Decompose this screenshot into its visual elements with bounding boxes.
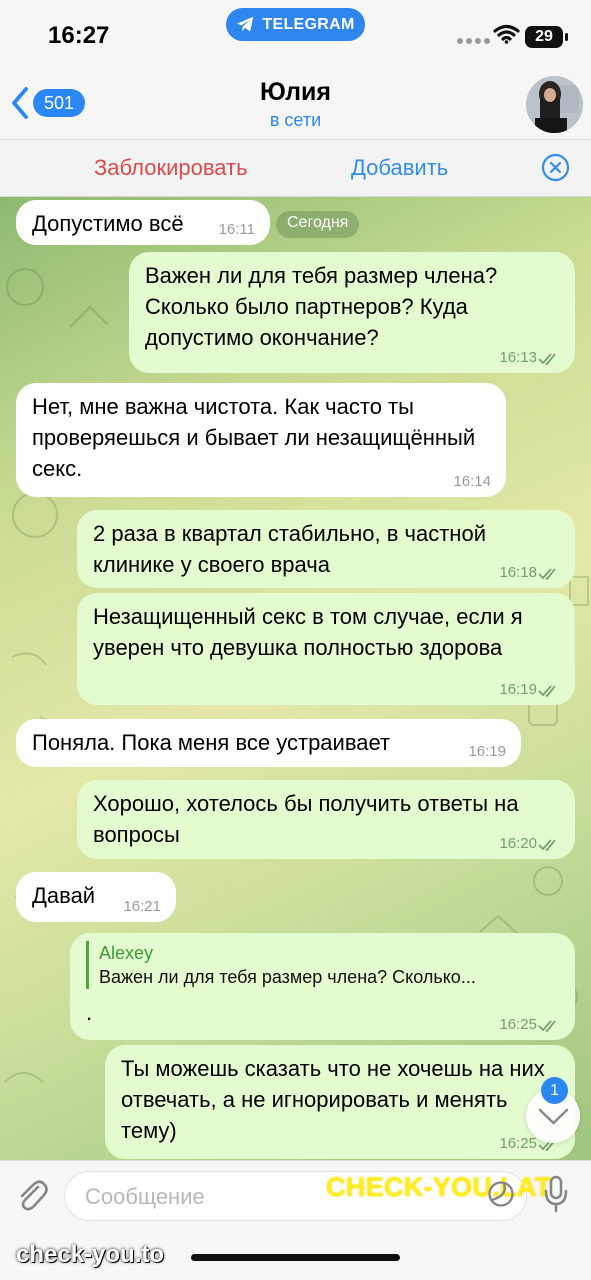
- message-text: Давай: [32, 883, 96, 908]
- message-time: 16:19: [499, 681, 537, 698]
- message-bubble[interactable]: 2 раза в квартал стабильно, в частной кл…: [77, 510, 575, 588]
- message-time: 16:25: [499, 1135, 537, 1152]
- message-text: Поняла. Пока меня все устраивает: [32, 730, 391, 755]
- message-placeholder: Сообщение: [85, 1184, 205, 1209]
- home-indicator: [191, 1254, 400, 1261]
- paperclip-icon[interactable]: [16, 1178, 48, 1213]
- message-time: 16:14: [453, 473, 491, 490]
- message-meta: 16:21: [123, 899, 161, 914]
- block-button[interactable]: Заблокировать: [94, 155, 248, 181]
- message-bubble[interactable]: Alexey Важен ли для тебя размер члена? С…: [70, 933, 575, 1040]
- message-bubble[interactable]: Нет, мне важна чистота. Как часто ты про…: [16, 383, 506, 497]
- close-circle-icon[interactable]: [541, 153, 570, 182]
- message-meta: 16:19: [468, 744, 506, 759]
- message-list[interactable]: Сегодня Допустимо всё 16:11 Важен ли для…: [0, 197, 591, 1160]
- battery-indicator: 29: [525, 26, 568, 48]
- message-time: 16:11: [218, 221, 255, 238]
- source-app-label: TELEGRAM: [262, 15, 355, 33]
- add-contact-button[interactable]: Добавить: [351, 155, 448, 181]
- message-bubble[interactable]: Хорошо, хотелось бы получить ответы на в…: [77, 780, 575, 859]
- cell-signal-icon: [457, 38, 490, 44]
- reply-text: Важен ли для тебя размер члена? Сколько.…: [99, 967, 476, 987]
- message-text: Ты можешь сказать что не хочешь на них о…: [121, 1056, 545, 1143]
- message-meta: 16:18: [499, 565, 560, 580]
- read-check-icon: [538, 1019, 556, 1032]
- reply-author: Alexey: [99, 943, 154, 963]
- stranger-actions-bar: Заблокировать Добавить: [0, 140, 591, 197]
- chat-title[interactable]: Юлия: [0, 78, 591, 107]
- wifi-icon: [493, 24, 520, 44]
- message-meta: 16:13: [499, 350, 560, 365]
- microphone-icon[interactable]: [543, 1175, 569, 1213]
- date-separator: Сегодня: [276, 211, 360, 238]
- watermark-right: CHECK-YOU.LAT: [326, 1172, 552, 1202]
- avatar-photo: [526, 76, 583, 133]
- message-text: Хорошо, хотелось бы получить ответы на в…: [93, 791, 519, 847]
- message-text: Незащищенный секс в том случае, если я у…: [93, 604, 523, 660]
- message-time: 16:25: [499, 1016, 537, 1033]
- status-bar: 16:27 TELEGRAM 29: [0, 0, 591, 68]
- read-check-icon: [538, 352, 556, 365]
- message-bubble[interactable]: Допустимо всё 16:11: [16, 200, 270, 245]
- unread-scroll-badge: 1: [541, 1077, 568, 1104]
- message-time: 16:19: [468, 743, 506, 760]
- message-bubble[interactable]: Незащищенный секс в том случае, если я у…: [77, 593, 575, 705]
- message-time: 16:20: [499, 835, 537, 852]
- message-bubble[interactable]: Поняла. Пока меня все устраивает 16:19: [16, 719, 521, 767]
- message-meta: 16:20: [499, 836, 560, 851]
- message-bubble[interactable]: Важен ли для тебя размер члена? Сколько …: [129, 252, 575, 373]
- message-bubble[interactable]: Давай 16:21: [16, 872, 176, 922]
- read-check-icon: [538, 567, 556, 580]
- sticker-icon[interactable]: [487, 1180, 515, 1208]
- online-status: в сети: [269, 110, 322, 130]
- telegram-source-pill[interactable]: TELEGRAM: [226, 8, 365, 41]
- message-text: Допустимо всё: [32, 211, 184, 236]
- chat-header: 501 Юлия в сети: [0, 68, 591, 140]
- reply-preview[interactable]: Alexey Важен ли для тебя размер члена? С…: [86, 941, 559, 989]
- message-bubble[interactable]: Ты можешь сказать что не хочешь на них о…: [105, 1045, 575, 1159]
- status-time: 16:27: [48, 22, 110, 49]
- telegram-icon: [237, 16, 254, 32]
- message-time: 16:18: [499, 564, 537, 581]
- read-check-icon: [538, 838, 556, 851]
- message-meta: 16:19: [499, 682, 560, 697]
- message-time: 16:21: [123, 898, 161, 915]
- message-meta: 16:11: [219, 222, 255, 237]
- message-text: .: [86, 1000, 93, 1025]
- message-time: 16:13: [499, 349, 537, 366]
- message-text: Нет, мне важна чистота. Как часто ты про…: [32, 394, 476, 481]
- message-text: Важен ли для тебя размер члена? Сколько …: [145, 263, 498, 350]
- read-check-icon: [538, 684, 556, 697]
- message-composer: Сообщение CHECK-YOU.LAT check-you.to: [0, 1160, 591, 1280]
- watermark-left: check-you.to: [16, 1241, 165, 1268]
- message-meta: 16:14: [453, 474, 491, 489]
- contact-avatar[interactable]: [526, 76, 583, 133]
- message-meta: 16:25: [499, 1017, 560, 1032]
- chevron-down-icon: [538, 1108, 568, 1125]
- message-text: 2 раза в квартал стабильно, в частной кл…: [93, 521, 486, 577]
